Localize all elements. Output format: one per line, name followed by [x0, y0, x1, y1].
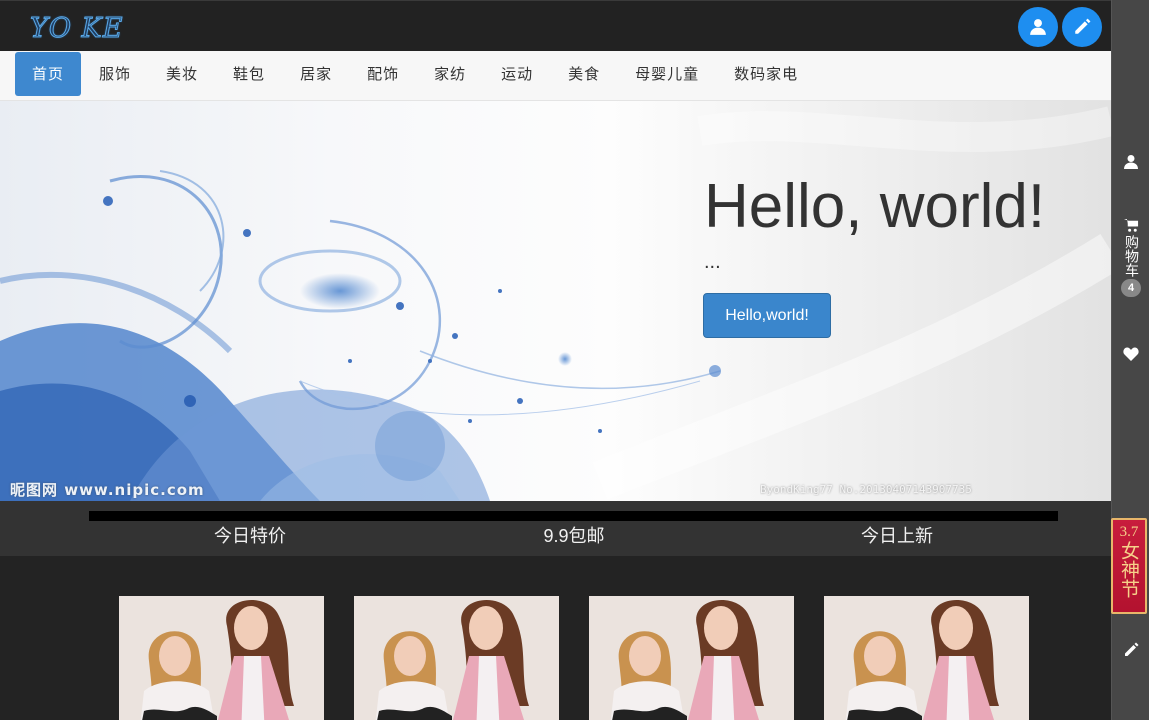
- cart-count-badge: 4: [1121, 279, 1141, 297]
- user-icon[interactable]: [1123, 154, 1139, 170]
- cart-button[interactable]: 购物车 4: [1112, 218, 1149, 297]
- promo-number: 3.7: [1119, 524, 1139, 540]
- nav-item-home-living[interactable]: 居家: [283, 52, 349, 96]
- nav-item-electronics[interactable]: 数码家电: [717, 52, 815, 96]
- product-card[interactable]: [119, 596, 324, 720]
- promo-title: 女神节: [1118, 541, 1140, 598]
- nav-item-textiles[interactable]: 家纺: [417, 52, 483, 96]
- nav-item-shoes-bags[interactable]: 鞋包: [216, 52, 282, 96]
- cart-icon: [1123, 218, 1138, 232]
- top-bar: YO KE: [0, 0, 1111, 51]
- nav-item-beauty[interactable]: 美妆: [149, 52, 215, 96]
- nav-item-sports[interactable]: 运动: [484, 52, 550, 96]
- user-button[interactable]: [1018, 7, 1058, 47]
- product-card[interactable]: [824, 596, 1029, 720]
- nav-item-clothing[interactable]: 服饰: [82, 52, 148, 96]
- product-image: [119, 596, 324, 720]
- logo[interactable]: YO KE: [29, 13, 123, 45]
- hero-banner: Hello, world! ... Hello,world! 昵图网 www.n…: [0, 101, 1111, 501]
- hero-background-art: [0, 106, 1111, 501]
- product-image: [589, 596, 794, 720]
- nav-list: 首页 服饰 美妆 鞋包 居家 配饰 家纺 运动 美食 母婴儿童 数码家电: [15, 52, 816, 96]
- category-free-shipping[interactable]: 9.9包邮: [474, 522, 674, 548]
- product-image: [824, 596, 1029, 720]
- product-card[interactable]: [589, 596, 794, 720]
- hero-title: Hello, world!: [704, 172, 1046, 241]
- page: YO KE 首页 服饰 美妆 鞋包 居家 配饰 家纺 运动 美食 母婴儿童 数码…: [0, 0, 1149, 720]
- nav-item-accessories[interactable]: 配饰: [350, 52, 416, 96]
- category-divider-bar: [89, 511, 1058, 521]
- category-strip: 今日特价 9.9包邮 今日上新: [0, 501, 1111, 556]
- hero-text: ...: [704, 251, 721, 273]
- pencil-icon: [1075, 18, 1091, 34]
- cart-label: 购物车: [1123, 235, 1139, 277]
- product-image: [354, 596, 559, 720]
- pencil-icon[interactable]: [1123, 642, 1139, 658]
- category-new-arrivals[interactable]: 今日上新: [797, 522, 997, 548]
- heart-icon[interactable]: [1123, 346, 1139, 362]
- watermark-right: ByondKing77 No.20130407143907735: [760, 483, 972, 496]
- nav-item-food[interactable]: 美食: [551, 52, 617, 96]
- main-nav: 首页 服饰 美妆 鞋包 居家 配饰 家纺 运动 美食 母婴儿童 数码家电: [0, 51, 1111, 101]
- user-icon: [1030, 19, 1046, 35]
- nav-item-baby-kids[interactable]: 母婴儿童: [618, 52, 716, 96]
- hero-button[interactable]: Hello,world!: [703, 293, 831, 338]
- nav-item-home[interactable]: 首页: [15, 52, 82, 96]
- product-card[interactable]: [354, 596, 559, 720]
- watermark-left: 昵图网 www.nipic.com: [10, 481, 205, 499]
- goddess-day-promo-banner[interactable]: 3.7 女神节: [1111, 518, 1147, 614]
- category-daily-deals[interactable]: 今日特价: [150, 522, 350, 548]
- edit-button[interactable]: [1062, 7, 1102, 47]
